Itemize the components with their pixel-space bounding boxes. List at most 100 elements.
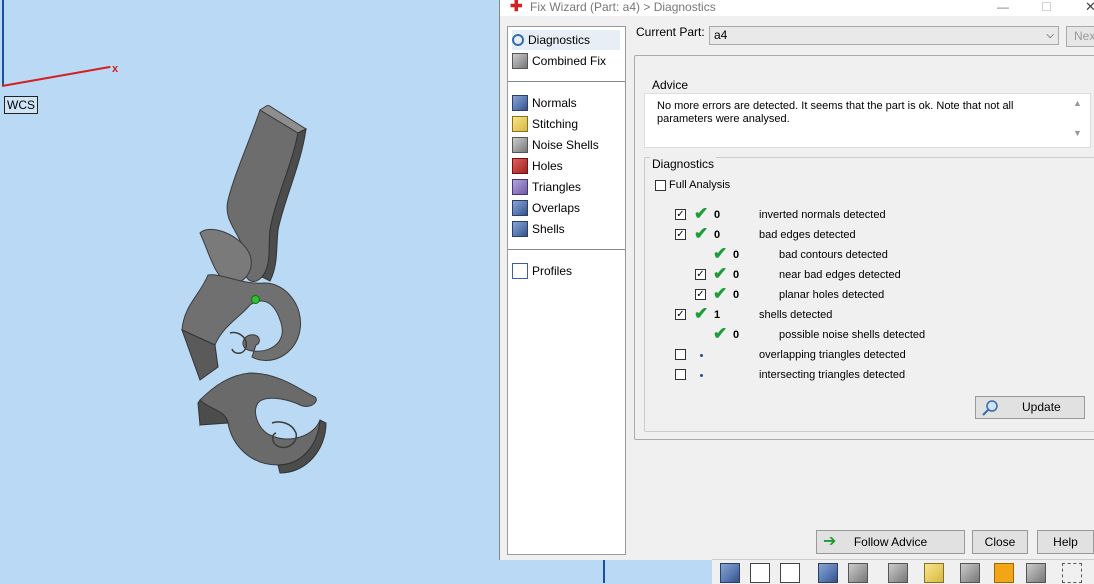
- follow-advice-button[interactable]: ➔ Follow Advice: [816, 530, 965, 554]
- profiles-icon: [512, 263, 528, 279]
- remove-tool-icon[interactable]: [888, 563, 908, 583]
- nav-item-label: Overlaps: [532, 201, 581, 215]
- intersecting-triangles-checkbox[interactable]: [675, 369, 686, 380]
- holes-icon: [512, 158, 528, 174]
- update-button[interactable]: Update: [975, 396, 1085, 419]
- check-icon: ✔: [694, 204, 709, 223]
- red-cross-icon: ✚: [510, 0, 523, 15]
- gray-box-icon[interactable]: [1026, 563, 1046, 583]
- nav-divider: [508, 81, 625, 82]
- check-icon: ✔: [713, 324, 728, 343]
- 3d-viewport[interactable]: x WCS: [0, 0, 605, 583]
- next-button[interactable]: Nex: [1066, 26, 1094, 47]
- combined-fix-icon: [512, 53, 528, 69]
- fix-wizard-window: ✚ Fix Wizard (Part: a4) > Diagnostics — …: [499, 0, 1094, 560]
- fix-wizard-nav: Diagnostics Combined Fix Normals Stitchi…: [507, 26, 626, 555]
- nav-item-shells[interactable]: Shells: [512, 219, 565, 239]
- close-window-button[interactable]: ✕: [1085, 0, 1094, 15]
- check-icon: ✔: [694, 304, 709, 323]
- window-title: Fix Wizard (Part: a4) > Diagnostics: [530, 0, 716, 14]
- intersecting-triangles-label: intersecting triangles detected: [759, 369, 906, 381]
- color-cubes-icon[interactable]: [924, 563, 944, 583]
- noise-shells-count: 0: [733, 329, 740, 341]
- nav-item-label: Triangles: [532, 180, 581, 194]
- check-icon: ✔: [713, 264, 728, 283]
- close-button[interactable]: Close: [972, 530, 1028, 554]
- nav-item-normals[interactable]: Normals: [512, 93, 577, 113]
- full-analysis-checkbox[interactable]: [655, 180, 666, 191]
- stitching-icon: [512, 116, 528, 132]
- follow-advice-label: Follow Advice: [853, 535, 928, 549]
- bad-edges-checkbox[interactable]: ✓: [675, 229, 686, 240]
- nav-item-label: Holes: [532, 159, 563, 173]
- check-icon: ✔: [713, 244, 728, 263]
- visibility-toggle-icon[interactable]: [750, 563, 770, 583]
- search-icon: [512, 34, 524, 46]
- pending-dot-icon: [700, 374, 703, 377]
- diagnostics-group-label: Diagnostics: [650, 157, 717, 171]
- checkbox-tool-icon[interactable]: [780, 563, 800, 583]
- nav-item-holes[interactable]: Holes: [512, 156, 563, 176]
- nav-item-label: Profiles: [532, 264, 573, 278]
- pending-dot-icon: [700, 354, 703, 357]
- wire-cubes-icon[interactable]: [848, 563, 868, 583]
- cubes-tool-icon[interactable]: [818, 563, 838, 583]
- planar-holes-checkbox[interactable]: ✓: [695, 289, 706, 300]
- near-bad-edges-checkbox[interactable]: ✓: [695, 269, 706, 280]
- check-icon: ✔: [713, 284, 728, 303]
- shells-count: 1: [714, 309, 721, 321]
- selection-box-icon[interactable]: [1062, 563, 1082, 583]
- near-bad-edges-label: near bad edges detected: [779, 269, 901, 281]
- current-part-label: Current Part:: [636, 25, 705, 39]
- current-part-value: a4: [714, 28, 728, 42]
- inverted-normals-count: 0: [714, 209, 721, 221]
- near-bad-edges-count: 0: [733, 269, 740, 281]
- nav-item-diagnostics[interactable]: Diagnostics: [512, 30, 620, 50]
- y-axis-line: [2, 0, 4, 85]
- bad-contours-label: bad contours detected: [779, 249, 888, 261]
- nav-item-noise-shells[interactable]: Noise Shells: [512, 135, 599, 155]
- shells-label: shells detected: [759, 309, 833, 321]
- title-bar[interactable]: ✚ Fix Wizard (Part: a4) > Diagnostics — …: [500, 0, 1094, 16]
- overlapping-triangles-checkbox[interactable]: [675, 349, 686, 360]
- nav-item-overlaps[interactable]: Overlaps: [512, 198, 580, 218]
- nav-item-label: Combined Fix: [532, 54, 607, 68]
- noise-shells-icon: [512, 137, 528, 153]
- inverted-normals-checkbox[interactable]: ✓: [675, 209, 686, 220]
- orange-plate-icon[interactable]: [994, 563, 1014, 583]
- x-axis-line: [1, 65, 111, 87]
- overlapping-triangles-label: overlapping triangles detected: [759, 349, 906, 361]
- nav-item-label: Stitching: [532, 117, 579, 131]
- magnifier-icon: [982, 400, 998, 416]
- nav-item-combined-fix[interactable]: Combined Fix: [512, 51, 606, 71]
- planar-holes-label: planar holes detected: [779, 289, 885, 301]
- wcs-label: WCS: [4, 96, 38, 114]
- nav-item-triangles[interactable]: Triangles: [512, 177, 581, 197]
- nav-item-label: Diagnostics: [528, 33, 591, 47]
- triangles-icon: [512, 179, 528, 195]
- nav-item-profiles[interactable]: Profiles: [512, 261, 572, 281]
- part-tool-icon[interactable]: [720, 563, 740, 583]
- nav-item-stitching[interactable]: Stitching: [512, 114, 578, 134]
- advice-text: No more errors are detected. It seems th…: [657, 100, 1014, 125]
- shells-checkbox[interactable]: ✓: [675, 309, 686, 320]
- scroll-down-icon[interactable]: ▼: [1073, 128, 1082, 138]
- bad-contours-count: 0: [733, 249, 740, 261]
- shells-icon: [512, 221, 528, 237]
- advice-group-label: Advice: [650, 78, 691, 92]
- current-part-select[interactable]: a4 ⌵: [709, 26, 1059, 45]
- advice-box: No more errors are detected. It seems th…: [644, 93, 1091, 148]
- help-button[interactable]: Help: [1037, 530, 1094, 554]
- inverted-normals-label: inverted normals detected: [759, 209, 886, 221]
- normals-icon: [512, 95, 528, 111]
- chevron-down-icon: ⌵: [1046, 30, 1054, 41]
- scroll-up-icon[interactable]: ▲: [1073, 98, 1082, 108]
- minimize-button[interactable]: —: [997, 0, 1009, 14]
- bottom-toolbar: [712, 559, 1094, 584]
- nav-item-label: Shells: [532, 222, 565, 236]
- bad-edges-label: bad edges detected: [759, 229, 856, 241]
- nav-item-label: Normals: [532, 96, 577, 110]
- lift-tool-icon[interactable]: [960, 563, 980, 583]
- maximize-button[interactable]: ☐: [1041, 0, 1052, 14]
- update-button-label: Update: [1022, 400, 1061, 414]
